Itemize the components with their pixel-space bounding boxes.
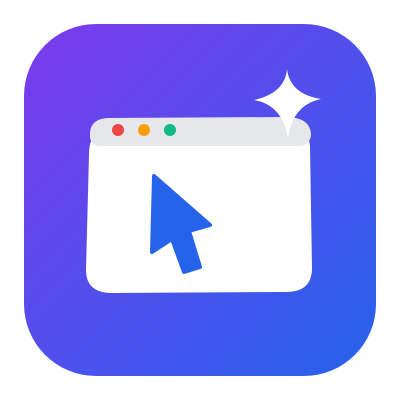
close-dot-icon bbox=[112, 124, 124, 136]
app-icon bbox=[24, 24, 376, 376]
app-icon-graphic bbox=[24, 24, 376, 376]
minimize-dot-icon bbox=[138, 124, 150, 136]
app-icon-canvas bbox=[0, 0, 400, 400]
maximize-dot-icon bbox=[164, 124, 176, 136]
